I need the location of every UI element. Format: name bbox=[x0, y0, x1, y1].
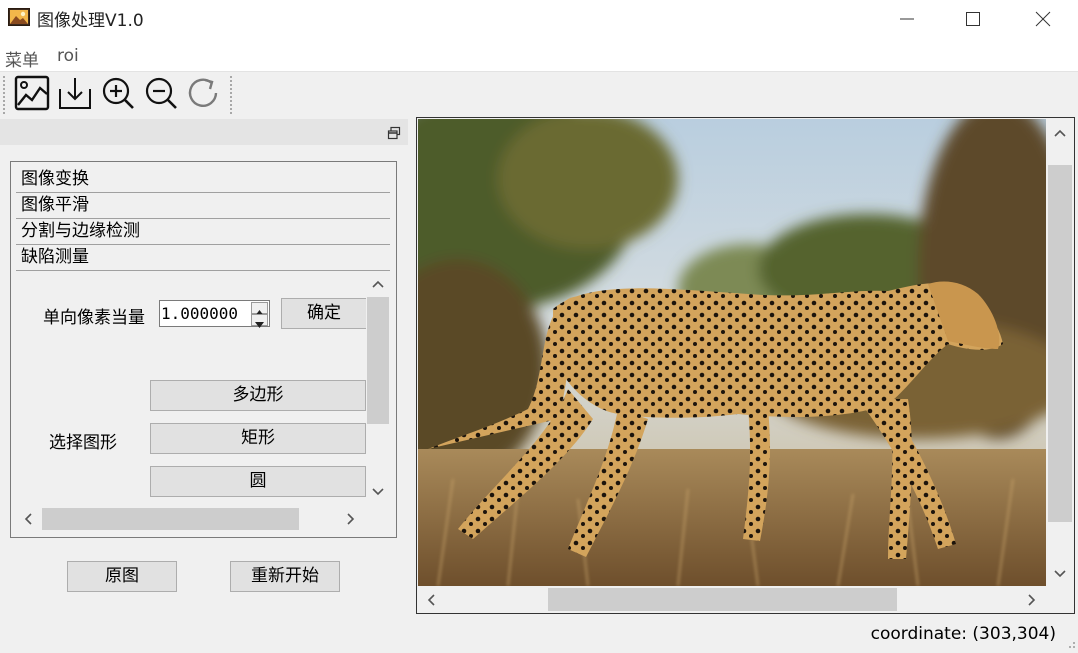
rectangle-button[interactable]: 矩形 bbox=[150, 423, 366, 454]
photo-image bbox=[418, 119, 1046, 586]
circle-button[interactable]: 圆 bbox=[150, 466, 366, 497]
zoom-out-icon bbox=[145, 77, 177, 109]
chevron-left-icon bbox=[427, 594, 435, 606]
zoom-in-icon bbox=[102, 77, 134, 109]
maximize-button[interactable] bbox=[950, 0, 996, 38]
toolbox-horizontal-scroll-thumb[interactable] bbox=[42, 508, 299, 530]
original-image-button[interactable]: 原图 bbox=[67, 561, 177, 592]
open-image-button[interactable] bbox=[12, 73, 52, 113]
image-scroll-down-button[interactable] bbox=[1052, 566, 1068, 582]
menu-item-main[interactable]: 菜单 bbox=[5, 46, 39, 71]
toolbar-grip[interactable] bbox=[3, 76, 5, 114]
toolbox-tab-defect[interactable]: 缺陷测量 bbox=[16, 245, 390, 271]
image-horizontal-scroll-thumb[interactable] bbox=[548, 588, 897, 611]
confirm-button[interactable]: 确定 bbox=[281, 298, 367, 329]
maximize-icon bbox=[966, 12, 980, 26]
image-scroll-left-button[interactable] bbox=[423, 592, 439, 608]
scroll-right-button[interactable] bbox=[343, 511, 359, 527]
chevron-down-icon bbox=[372, 488, 384, 496]
scroll-left-button[interactable] bbox=[20, 511, 36, 527]
zoom-in-button[interactable] bbox=[98, 73, 138, 113]
toolbar-separator bbox=[230, 76, 232, 114]
menu-item-roi[interactable]: roi bbox=[57, 46, 79, 66]
app-image-icon bbox=[8, 8, 30, 26]
pixel-equivalent-label: 单向像素当量 bbox=[43, 308, 145, 328]
save-download-icon bbox=[59, 78, 91, 109]
image-vertical-scroll-thumb[interactable] bbox=[1048, 165, 1072, 522]
rotate-button[interactable] bbox=[184, 73, 224, 113]
chevron-down-icon bbox=[1054, 570, 1066, 578]
dock-title-bar bbox=[0, 119, 408, 145]
save-button[interactable] bbox=[55, 73, 95, 113]
close-button[interactable] bbox=[1020, 0, 1066, 38]
image-scroll-right-button[interactable] bbox=[1024, 592, 1040, 608]
coordinate-status: coordinate: (303,304) bbox=[870, 624, 1056, 644]
toolbox-vertical-scroll-thumb[interactable] bbox=[367, 297, 389, 424]
zoom-out-button[interactable] bbox=[141, 73, 181, 113]
resize-grip-icon[interactable] bbox=[1066, 634, 1076, 648]
minimize-icon bbox=[900, 18, 914, 20]
minimize-button[interactable] bbox=[884, 0, 930, 38]
select-shape-label: 选择图形 bbox=[49, 433, 117, 453]
chevron-up-icon bbox=[1054, 129, 1066, 137]
cheetah-photo[interactable] bbox=[418, 119, 1046, 586]
toolbox-tab-smoothing[interactable]: 图像平滑 bbox=[16, 193, 390, 219]
chevron-right-icon bbox=[1028, 594, 1036, 606]
close-icon bbox=[1035, 11, 1051, 27]
image-scroll-up-button[interactable] bbox=[1052, 125, 1068, 141]
window-title: 图像处理V1.0 bbox=[37, 11, 144, 31]
spin-down-icon bbox=[255, 322, 264, 328]
rotate-refresh-icon bbox=[188, 78, 218, 107]
float-dock-button[interactable] bbox=[387, 125, 401, 140]
menu-bar bbox=[0, 38, 1078, 72]
chevron-up-icon bbox=[372, 280, 384, 288]
restore-float-icon bbox=[387, 126, 401, 140]
toolbox-tab-transform[interactable]: 图像变换 bbox=[16, 167, 390, 193]
spin-down-button[interactable] bbox=[251, 314, 268, 328]
chevron-left-icon bbox=[24, 513, 32, 525]
scroll-down-button[interactable] bbox=[370, 484, 386, 500]
restart-button[interactable]: 重新开始 bbox=[230, 561, 340, 592]
polygon-button[interactable]: 多边形 bbox=[150, 380, 366, 411]
scroll-up-button[interactable] bbox=[370, 276, 386, 292]
pixel-equivalent-value: 1.000000 bbox=[161, 304, 239, 323]
chevron-right-icon bbox=[347, 513, 355, 525]
open-image-icon bbox=[14, 75, 50, 111]
toolbox-tab-segmentation[interactable]: 分割与边缘检测 bbox=[16, 219, 390, 245]
spin-up-button[interactable] bbox=[251, 302, 268, 316]
